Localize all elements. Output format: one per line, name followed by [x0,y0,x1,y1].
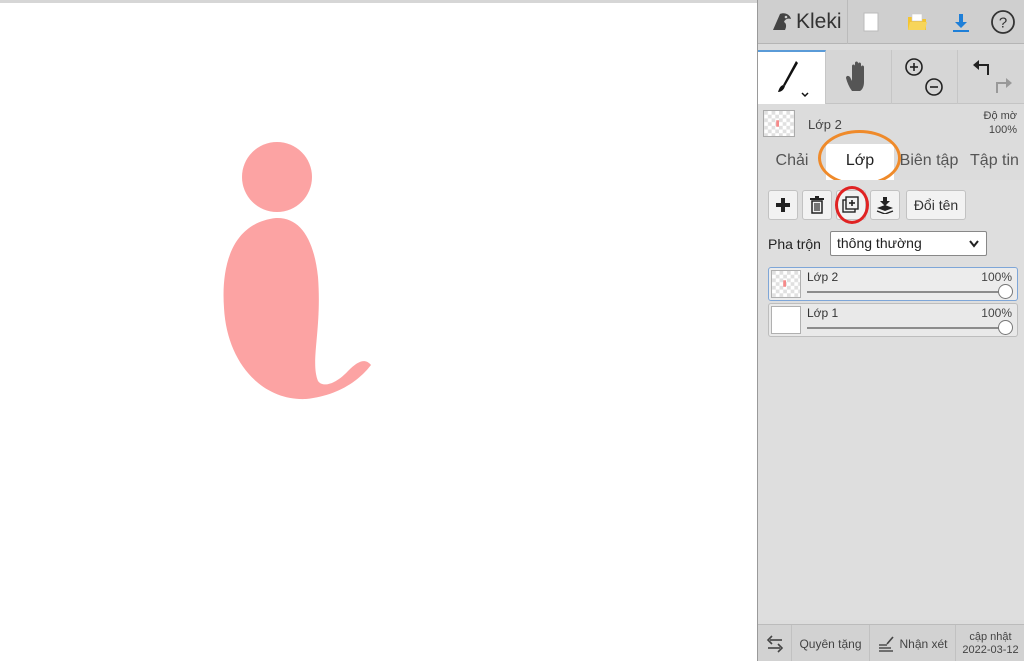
layer-opacity: 100% [981,306,1012,320]
kleki-logo[interactable]: Kleki [764,0,848,44]
side-panel: Kleki ? Lớp 2 Độ mờ 100% Chải Lớp Biên t… [757,0,1024,661]
layer-opacity-slider[interactable] [807,327,1005,329]
tab-layers[interactable]: Lớp [826,144,894,180]
update-info[interactable]: cập nhật 2022-03-12 [956,625,1024,661]
donate-button[interactable]: Quyên tặng [792,625,870,661]
layers-panel: Đổi tên Pha trộn thông thường Lớp 2 100%… [758,180,1024,620]
redo-icon[interactable] [995,78,1012,93]
duplicate-layer-button[interactable] [836,190,866,220]
undo-redo-tools [958,50,1024,104]
update-date: 2022-03-12 [962,643,1019,656]
blend-mode-value: thông thường [837,235,922,251]
layer-item-1[interactable]: Lớp 1 100% [768,303,1018,337]
top-toolbar: Kleki ? [758,0,1024,44]
delete-layer-button[interactable] [802,190,832,220]
kleki-app: Kleki ? Lớp 2 Độ mờ 100% Chải Lớp Biên t… [0,0,1024,661]
help-icon: ? [991,10,1015,34]
layer-item-2[interactable]: Lớp 2 100% [768,267,1018,301]
tool-row [758,50,1024,104]
app-name: Kleki [796,10,842,33]
blend-mode-select[interactable]: thông thường [830,231,987,256]
layer-opacity-handle[interactable] [998,284,1013,299]
blend-mode-label: Pha trộn [768,236,821,252]
opacity-label: Độ mờ [983,110,1018,122]
active-layer-thumbnail [763,110,795,137]
undo-icon[interactable] [972,60,989,75]
drawn-stroke [223,217,371,400]
layer-name: Lớp 2 [807,270,839,284]
active-layer-info: Lớp 2 Độ mờ 100% [758,106,1024,142]
layer-name: Lớp 1 [807,306,839,320]
feedback-icon [879,635,895,652]
kleki-logo-icon [773,13,791,30]
feedback-label: Nhận xét [899,636,948,651]
duplicate-layer-icon [842,196,859,213]
delete-layer-icon [810,196,824,214]
new-image-icon [863,12,879,32]
layer-thumbnail [771,270,801,298]
open-file-button[interactable] [898,0,936,44]
canvas-drawing [223,142,371,400]
help-button[interactable]: ? [984,0,1022,44]
panel-tabs: Chải Lớp Biên tập Tập tin [758,130,1024,186]
download-icon [953,14,969,32]
layer-thumbnail [771,306,801,334]
bottom-bar: Quyên tặng Nhận xét cập nhật 2022-03-12 [758,624,1024,661]
zoom-in-icon[interactable] [904,58,923,76]
tab-brush[interactable]: Chải [764,144,820,180]
merge-layer-button[interactable] [870,190,900,220]
feedback-button[interactable]: Nhận xét [870,625,956,661]
add-layer-icon [776,198,790,212]
brush-tool[interactable] [758,50,826,104]
chevron-down-icon [968,232,980,263]
help-glyph: ? [999,15,1007,32]
tab-edit[interactable]: Biên tập [896,144,962,180]
active-layer-name: Lớp 2 [808,117,842,132]
update-label: cập nhật [969,630,1012,643]
zoom-tools [892,50,958,104]
hand-icon [845,61,864,91]
zoom-out-icon[interactable] [924,78,943,96]
drawn-dot [242,142,312,212]
opacity-value: 100% [988,124,1017,136]
merge-layer-icon [876,197,894,214]
open-folder-icon [908,13,927,30]
swap-side-button[interactable] [758,625,792,661]
layer-opacity: 100% [981,270,1012,284]
layer-opacity-slider[interactable] [807,291,1005,293]
new-image-button[interactable] [852,0,890,44]
download-button[interactable] [942,0,980,44]
add-layer-button[interactable] [768,190,798,220]
tab-file[interactable]: Tập tin [964,144,1024,180]
rename-layer-button[interactable]: Đổi tên [906,190,966,220]
brush-icon [777,61,809,98]
drawing-canvas[interactable] [0,0,757,661]
layer-opacity-handle[interactable] [998,320,1013,335]
hand-tool[interactable] [826,50,892,104]
swap-arrows-icon [766,634,783,653]
